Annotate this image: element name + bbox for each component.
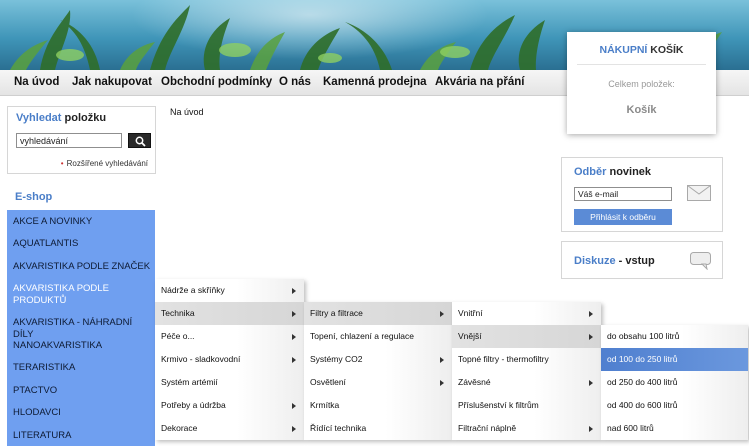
envelope-icon xyxy=(687,185,711,201)
menu-item[interactable]: Dekorace xyxy=(155,417,304,440)
menu-item[interactable]: Systémy CO2 xyxy=(304,348,452,371)
chevron-right-icon xyxy=(589,311,593,317)
nav-home[interactable]: Na úvod xyxy=(14,76,59,88)
menu-item[interactable]: Nádrže a skříňky xyxy=(155,279,304,302)
menu-item[interactable]: Krmivo - sladkovodní xyxy=(155,348,304,371)
menu-item[interactable]: do obsahu 100 litrů xyxy=(601,325,748,348)
chevron-right-icon xyxy=(589,380,593,386)
chevron-right-icon xyxy=(292,288,296,294)
menu-item-active[interactable]: Vnější xyxy=(452,325,601,348)
chevron-right-icon xyxy=(440,311,444,317)
eshop-heading: E-shop xyxy=(15,191,53,203)
category-item[interactable]: AKVARISTIKA - NÁHRADNÍ DÍLY xyxy=(13,317,153,341)
cart-item-count-label: Celkem položek: xyxy=(608,79,675,89)
shopping-cart-box: NÁKUPNÍ KOŠÍK Celkem položek: Košík xyxy=(567,32,716,134)
divider xyxy=(577,64,706,65)
search-box: Vyhledat položku •Rozšířené vyhledávání xyxy=(7,106,156,174)
nav-terms[interactable]: Obchodní podmínky xyxy=(161,76,272,88)
bullet-icon: • xyxy=(60,159,64,168)
menu-level-1: Nádrže a skříňky Technika Péče o... Krmi… xyxy=(155,279,304,440)
category-item[interactable]: AQUATLANTIS xyxy=(13,238,153,250)
discussion-box[interactable]: Diskuze - vstup xyxy=(561,241,723,279)
category-item-active[interactable]: AKVARISTIKA PODLE PRODUKTŮ xyxy=(13,283,133,307)
chevron-right-icon xyxy=(292,334,296,340)
discussion-heading: Diskuze - vstup xyxy=(574,255,655,267)
chevron-right-icon xyxy=(440,380,444,386)
cart-link[interactable]: Košík xyxy=(567,104,716,116)
nav-how-to-buy[interactable]: Jak nakupovat xyxy=(72,76,152,88)
chevron-right-icon xyxy=(292,311,296,317)
menu-item[interactable]: Potřeby a údržba xyxy=(155,394,304,417)
menu-item[interactable]: Osvětlení xyxy=(304,371,452,394)
menu-item[interactable]: od 400 do 600 litrů xyxy=(601,394,748,417)
category-sidebar: AKCE A NOVINKY AQUATLANTIS AKVARISTIKA P… xyxy=(7,210,155,446)
menu-level-4: do obsahu 100 litrů od 100 do 250 litrů … xyxy=(601,325,748,440)
menu-item[interactable]: Vnitřní xyxy=(452,302,601,325)
menu-item-selected[interactable]: od 100 do 250 litrů xyxy=(601,348,748,371)
cart-title: NÁKUPNÍ KOŠÍK xyxy=(599,44,684,56)
email-field[interactable] xyxy=(574,187,672,201)
nav-about[interactable]: O nás xyxy=(279,76,311,88)
menu-item[interactable]: Závěsné xyxy=(452,371,601,394)
menu-level-2: Filtry a filtrace Topení, chlazení a reg… xyxy=(304,302,452,440)
breadcrumb[interactable]: Na úvod xyxy=(170,107,204,117)
nav-store[interactable]: Kamenná prodejna xyxy=(323,76,427,88)
search-button[interactable] xyxy=(128,133,151,148)
advanced-search-link[interactable]: • Rozšířené vyhledávání xyxy=(61,159,148,168)
category-item[interactable]: NANOAKVARISTIKA xyxy=(13,340,153,352)
chevron-right-icon xyxy=(589,426,593,432)
menu-item[interactable]: nad 600 litrů xyxy=(601,417,748,440)
menu-item[interactable]: Péče o... xyxy=(155,325,304,348)
subscribe-button[interactable]: Přihlásit k odběru xyxy=(574,209,672,225)
chevron-right-icon xyxy=(292,403,296,409)
category-item[interactable]: TERARISTIKA xyxy=(13,362,153,374)
category-item[interactable]: AKVARISTIKA PODLE ZNAČEK xyxy=(13,261,153,273)
category-item[interactable]: PTACTVO xyxy=(13,385,153,397)
search-heading: Vyhledat položku xyxy=(16,112,107,124)
chevron-right-icon xyxy=(440,357,444,363)
nav-custom-aquariums[interactable]: Akvária na přání xyxy=(435,76,524,88)
category-item[interactable]: HLODAVCI xyxy=(13,407,153,419)
search-input[interactable] xyxy=(16,133,122,148)
chevron-right-icon xyxy=(292,426,296,432)
menu-item[interactable]: Příslušenství k filtrům xyxy=(452,394,601,417)
menu-item[interactable]: Řídící technika xyxy=(304,417,452,440)
newsletter-heading: Odběr novinek xyxy=(574,166,652,178)
chat-bubble-icon xyxy=(690,252,711,270)
category-item[interactable]: AKCE A NOVINKY xyxy=(13,216,153,228)
search-icon xyxy=(135,136,146,147)
menu-level-3: Vnitřní Vnější Topné filtry - thermofilt… xyxy=(452,302,601,440)
menu-item[interactable]: Topení, chlazení a regulace xyxy=(304,325,452,348)
chevron-right-icon xyxy=(292,357,296,363)
menu-item[interactable]: Topné filtry - thermofiltry xyxy=(452,348,601,371)
menu-item[interactable]: Krmítka xyxy=(304,394,452,417)
chevron-right-icon xyxy=(589,334,593,340)
menu-item[interactable]: od 250 do 400 litrů xyxy=(601,371,748,394)
menu-item-active[interactable]: Filtry a filtrace xyxy=(304,302,452,325)
menu-item[interactable]: Filtrační náplně xyxy=(452,417,601,440)
menu-item[interactable]: Systém artémií xyxy=(155,371,304,394)
menu-item-active[interactable]: Technika xyxy=(155,302,304,325)
category-item[interactable]: LITERATURA xyxy=(13,430,153,442)
newsletter-box: Odběr novinek Přihlásit k odběru xyxy=(561,157,723,232)
